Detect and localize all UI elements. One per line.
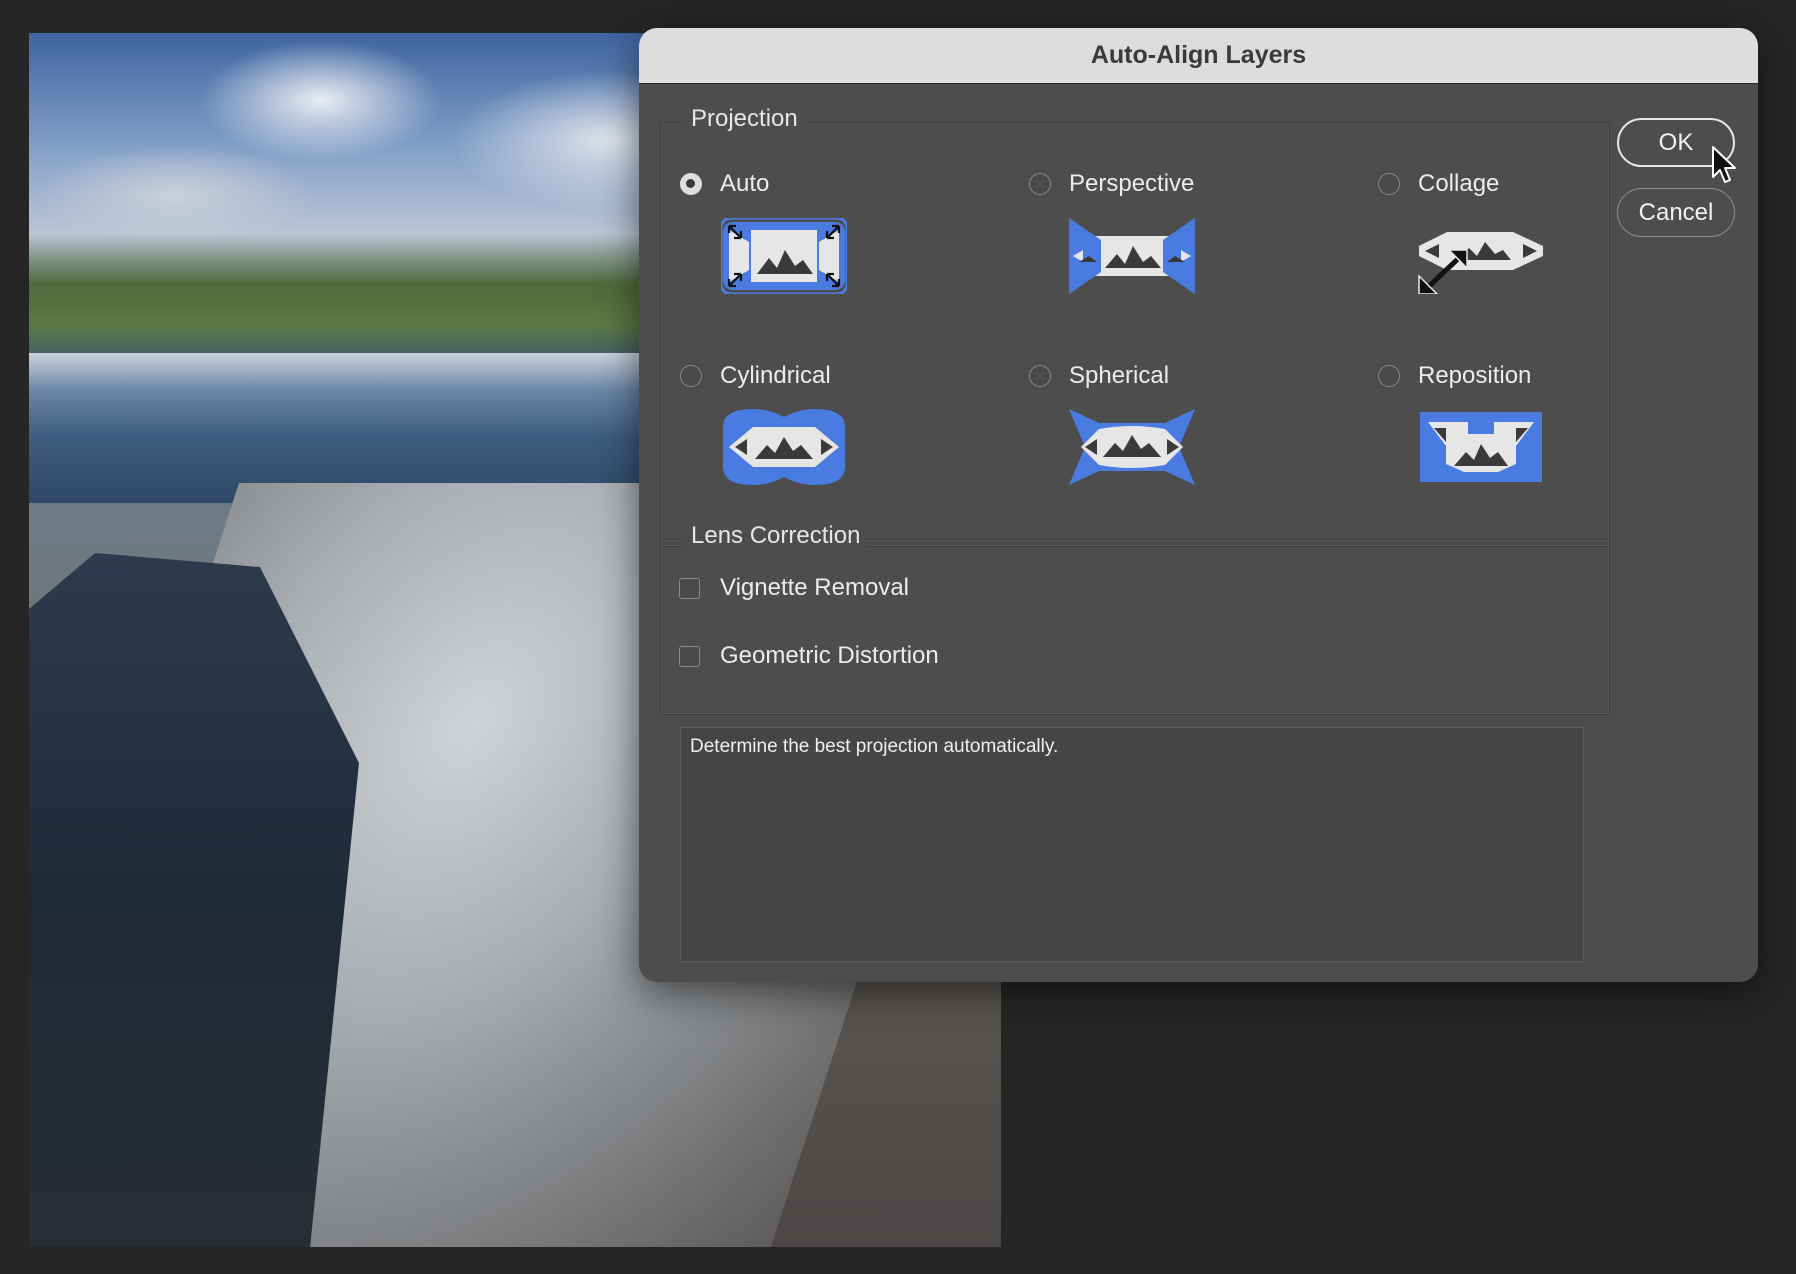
radio-auto-label: Auto bbox=[720, 170, 770, 197]
radio-cylindrical-label: Cylindrical bbox=[720, 362, 831, 389]
radio-perspective[interactable]: Perspective bbox=[1029, 170, 1194, 198]
radio-spherical-button[interactable] bbox=[1029, 365, 1051, 387]
cancel-button[interactable]: Cancel bbox=[1617, 188, 1735, 237]
spherical-projection-icon[interactable] bbox=[1069, 409, 1195, 485]
perspective-projection-icon[interactable] bbox=[1069, 218, 1195, 294]
radio-reposition-label: Reposition bbox=[1418, 362, 1532, 389]
radio-perspective-label: Perspective bbox=[1069, 170, 1195, 197]
radio-collage-button[interactable] bbox=[1378, 173, 1400, 195]
auto-projection-icon[interactable] bbox=[721, 218, 847, 294]
lens-correction-legend: Lens Correction bbox=[683, 522, 869, 550]
radio-auto-button[interactable] bbox=[680, 173, 702, 195]
radio-spherical-label: Spherical bbox=[1069, 362, 1170, 389]
projection-legend: Projection bbox=[683, 105, 806, 133]
radio-spherical[interactable]: Spherical bbox=[1029, 362, 1169, 390]
radio-reposition[interactable]: Reposition bbox=[1378, 362, 1531, 390]
dialog-title: Auto-Align Layers bbox=[639, 28, 1758, 84]
auto-align-layers-dialog: Auto-Align Layers Projection Auto Perspe… bbox=[639, 28, 1758, 982]
checkbox-vignette-removal[interactable]: Vignette Removal bbox=[679, 574, 909, 602]
cylindrical-projection-icon[interactable] bbox=[723, 409, 845, 485]
radio-perspective-button[interactable] bbox=[1029, 173, 1051, 195]
radio-cylindrical-button[interactable] bbox=[680, 365, 702, 387]
collage-projection-icon[interactable] bbox=[1417, 218, 1545, 294]
radio-cylindrical[interactable]: Cylindrical bbox=[680, 362, 831, 390]
vignette-removal-checkbox[interactable] bbox=[679, 577, 700, 599]
radio-auto[interactable]: Auto bbox=[680, 170, 769, 198]
lens-correction-group bbox=[660, 539, 1610, 715]
projection-description: Determine the best projection automatica… bbox=[680, 727, 1584, 962]
radio-collage[interactable]: Collage bbox=[1378, 170, 1499, 198]
checkbox-geometric-distortion[interactable]: Geometric Distortion bbox=[679, 642, 939, 670]
reposition-projection-icon[interactable] bbox=[1420, 412, 1542, 482]
vignette-removal-label: Vignette Removal bbox=[720, 574, 909, 601]
geometric-distortion-label: Geometric Distortion bbox=[720, 642, 939, 669]
mouse-cursor-icon bbox=[1712, 146, 1736, 183]
radio-reposition-button[interactable] bbox=[1378, 365, 1400, 387]
geometric-distortion-checkbox[interactable] bbox=[679, 645, 700, 667]
radio-collage-label: Collage bbox=[1418, 170, 1500, 197]
